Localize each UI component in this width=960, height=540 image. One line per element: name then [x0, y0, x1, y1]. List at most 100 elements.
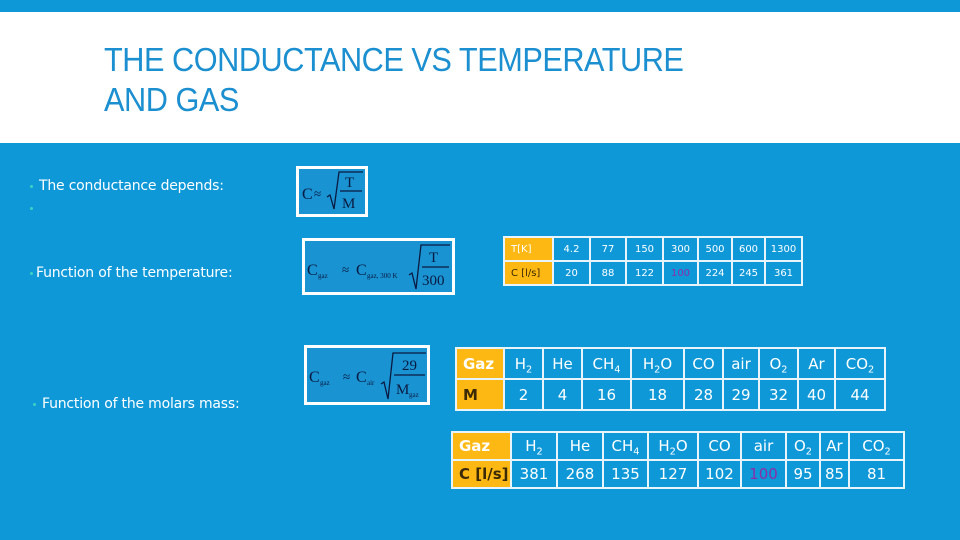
bullet-empty [30, 201, 39, 215]
table-cell: 381 [510, 459, 558, 489]
gas-formula-subscript: 2 [781, 363, 788, 375]
molar-mass-table: Gaz H2 He CH4 H2O CO air O2 Ar CO2 M 2 4 16 18 28 29 3… [455, 347, 886, 411]
formula-denominator: M [342, 196, 355, 212]
table-cell: 16 [581, 378, 632, 411]
gas-formula-subscript: 4 [614, 363, 621, 375]
formula-numerator: 29 [402, 358, 417, 374]
table-cell: 4.2 [552, 236, 591, 262]
row-header: Gaz [451, 431, 512, 461]
formula-basic-graphic: C ≈ T M [302, 171, 363, 212]
gas-formula-base: CO [708, 437, 731, 455]
bullet-text: Function of the temperature: [36, 265, 233, 281]
table-row-temperature: T[K] 4.2 77 150 300 500 600 1300 [503, 236, 803, 262]
formula-symbol-c: C [302, 186, 313, 203]
table-cell: 4 [542, 378, 583, 411]
row-header: C [l/s] [451, 459, 512, 489]
table-cell: 40 [797, 378, 836, 411]
formula-molar-mass-graphic: C gaz ≈ C air 29 M gaz [309, 352, 426, 400]
table-cell: 500 [697, 236, 733, 262]
gas-formula-tail: O [675, 437, 688, 455]
table-cell: 18 [630, 378, 685, 411]
gas-formula-base: CO [862, 437, 885, 455]
slide-title-line-1: THE CONDUCTANCE VS TEMPERATURE [104, 41, 684, 78]
table-cell: 95 [785, 459, 821, 489]
gas-formula-base: CH [611, 437, 634, 455]
table-row-conductance: C [l/s] 381 268 135 127 102 100 95 85 81 [451, 459, 905, 489]
table-cell: 1300 [764, 236, 803, 262]
row-header: T[K] [503, 236, 554, 262]
formula-symbol-c: C [307, 262, 318, 279]
table-cell: 2 [503, 378, 544, 411]
bullet-text: The conductance depends: [39, 178, 224, 194]
formula-molar-mass: C gaz ≈ C air 29 M gaz [304, 345, 430, 405]
gas-formula-base: CH [592, 354, 615, 373]
gas-formula-base: O [769, 354, 782, 373]
gas-cell: O2 [785, 431, 821, 461]
table-cell: 28 [683, 378, 724, 411]
gas-cell: air [740, 431, 787, 461]
table-cell-highlighted: 100 [662, 260, 699, 286]
formula-temperature-graphic: C gaz ≈ C gaz, 300 K T 300 [307, 244, 450, 290]
table-row-gas: Gaz H2 He CH4 H2O CO air O2 Ar CO2 [451, 431, 905, 461]
row-header: M [455, 378, 505, 411]
gas-formula-tail: O [660, 354, 673, 373]
gas-cell: CH4 [602, 431, 649, 461]
table-cell: 300 [662, 236, 699, 262]
gas-cell: CO [697, 431, 742, 461]
bullet-text: Function of the molars mass: [42, 396, 240, 412]
gas-cell: He [556, 431, 604, 461]
gas-formula-base: O [793, 437, 806, 455]
gas-cell: CO2 [848, 431, 905, 461]
formula-numerator: T [429, 250, 438, 266]
formula-numerator: T [345, 175, 354, 191]
gas-conductance-table: Gaz H2 He CH4 H2O CO air O2 Ar CO2 C [l/s] 381 26… [451, 431, 905, 489]
formula-subscript: gaz, 300 K [367, 272, 398, 280]
gas-formula-subscript: 2 [526, 363, 533, 375]
gas-formula-base: He [552, 354, 573, 373]
gas-formula-base: air [731, 354, 751, 373]
table-cell: 81 [848, 459, 905, 489]
table-cell: 600 [731, 236, 766, 262]
gas-cell: H2 [503, 347, 544, 380]
table-cell: 77 [589, 236, 627, 262]
table-cell: 85 [819, 459, 850, 489]
table-cell: 32 [758, 378, 799, 411]
gas-formula-subscript: 2 [884, 446, 891, 458]
table-cell: 122 [625, 260, 664, 286]
gas-cell: CO2 [834, 347, 886, 380]
formula-approx: ≈ [314, 186, 321, 201]
gas-formula-subscript: 2 [868, 363, 875, 375]
formula-subscript: gaz [320, 379, 330, 387]
bullet-icon [33, 402, 36, 406]
slide-title: THE CONDUCTANCE VS TEMPERATURE AND GAS [104, 40, 811, 120]
formula-symbol-c: C [309, 369, 320, 386]
row-header: C [l/s] [503, 260, 554, 286]
gas-cell: CO [683, 347, 724, 380]
gas-cell: He [542, 347, 583, 380]
gas-formula-subscript: 4 [633, 446, 640, 458]
formula-symbol-c: C [356, 262, 367, 279]
bullet-icon [30, 206, 33, 210]
gas-formula-base: He [569, 437, 591, 455]
table-cell: 224 [697, 260, 733, 286]
table-cell: 150 [625, 236, 664, 262]
bullet-function-molar-mass: Function of the molars mass: [33, 396, 240, 412]
formula-approx: ≈ [342, 262, 349, 277]
bullet-function-temperature: Function of the temperature: [30, 265, 233, 281]
gas-cell: H2O [630, 347, 685, 380]
table-row-gas: Gaz H2 He CH4 H2O CO air O2 Ar CO2 [455, 347, 886, 380]
gas-cell: O2 [758, 347, 799, 380]
table-cell: 268 [556, 459, 604, 489]
temperature-table: T[K] 4.2 77 150 300 500 600 1300 C [l/s]… [503, 236, 803, 286]
table-row-molar-mass: M 2 4 16 18 28 29 32 40 44 [455, 378, 886, 411]
gas-cell: H2O [647, 431, 699, 461]
gas-formula-base: H [658, 437, 670, 455]
table-row-conductance: C [l/s] 20 88 122 100 224 245 361 [503, 260, 803, 286]
table-cell: 245 [731, 260, 766, 286]
formula-basic: C ≈ T M [296, 166, 368, 217]
gas-formula-subscript: 2 [536, 446, 543, 458]
formula-subscript: air [367, 379, 375, 387]
table-cell: 127 [647, 459, 699, 489]
table-cell: 135 [602, 459, 649, 489]
gas-formula-base: CO [845, 354, 869, 373]
